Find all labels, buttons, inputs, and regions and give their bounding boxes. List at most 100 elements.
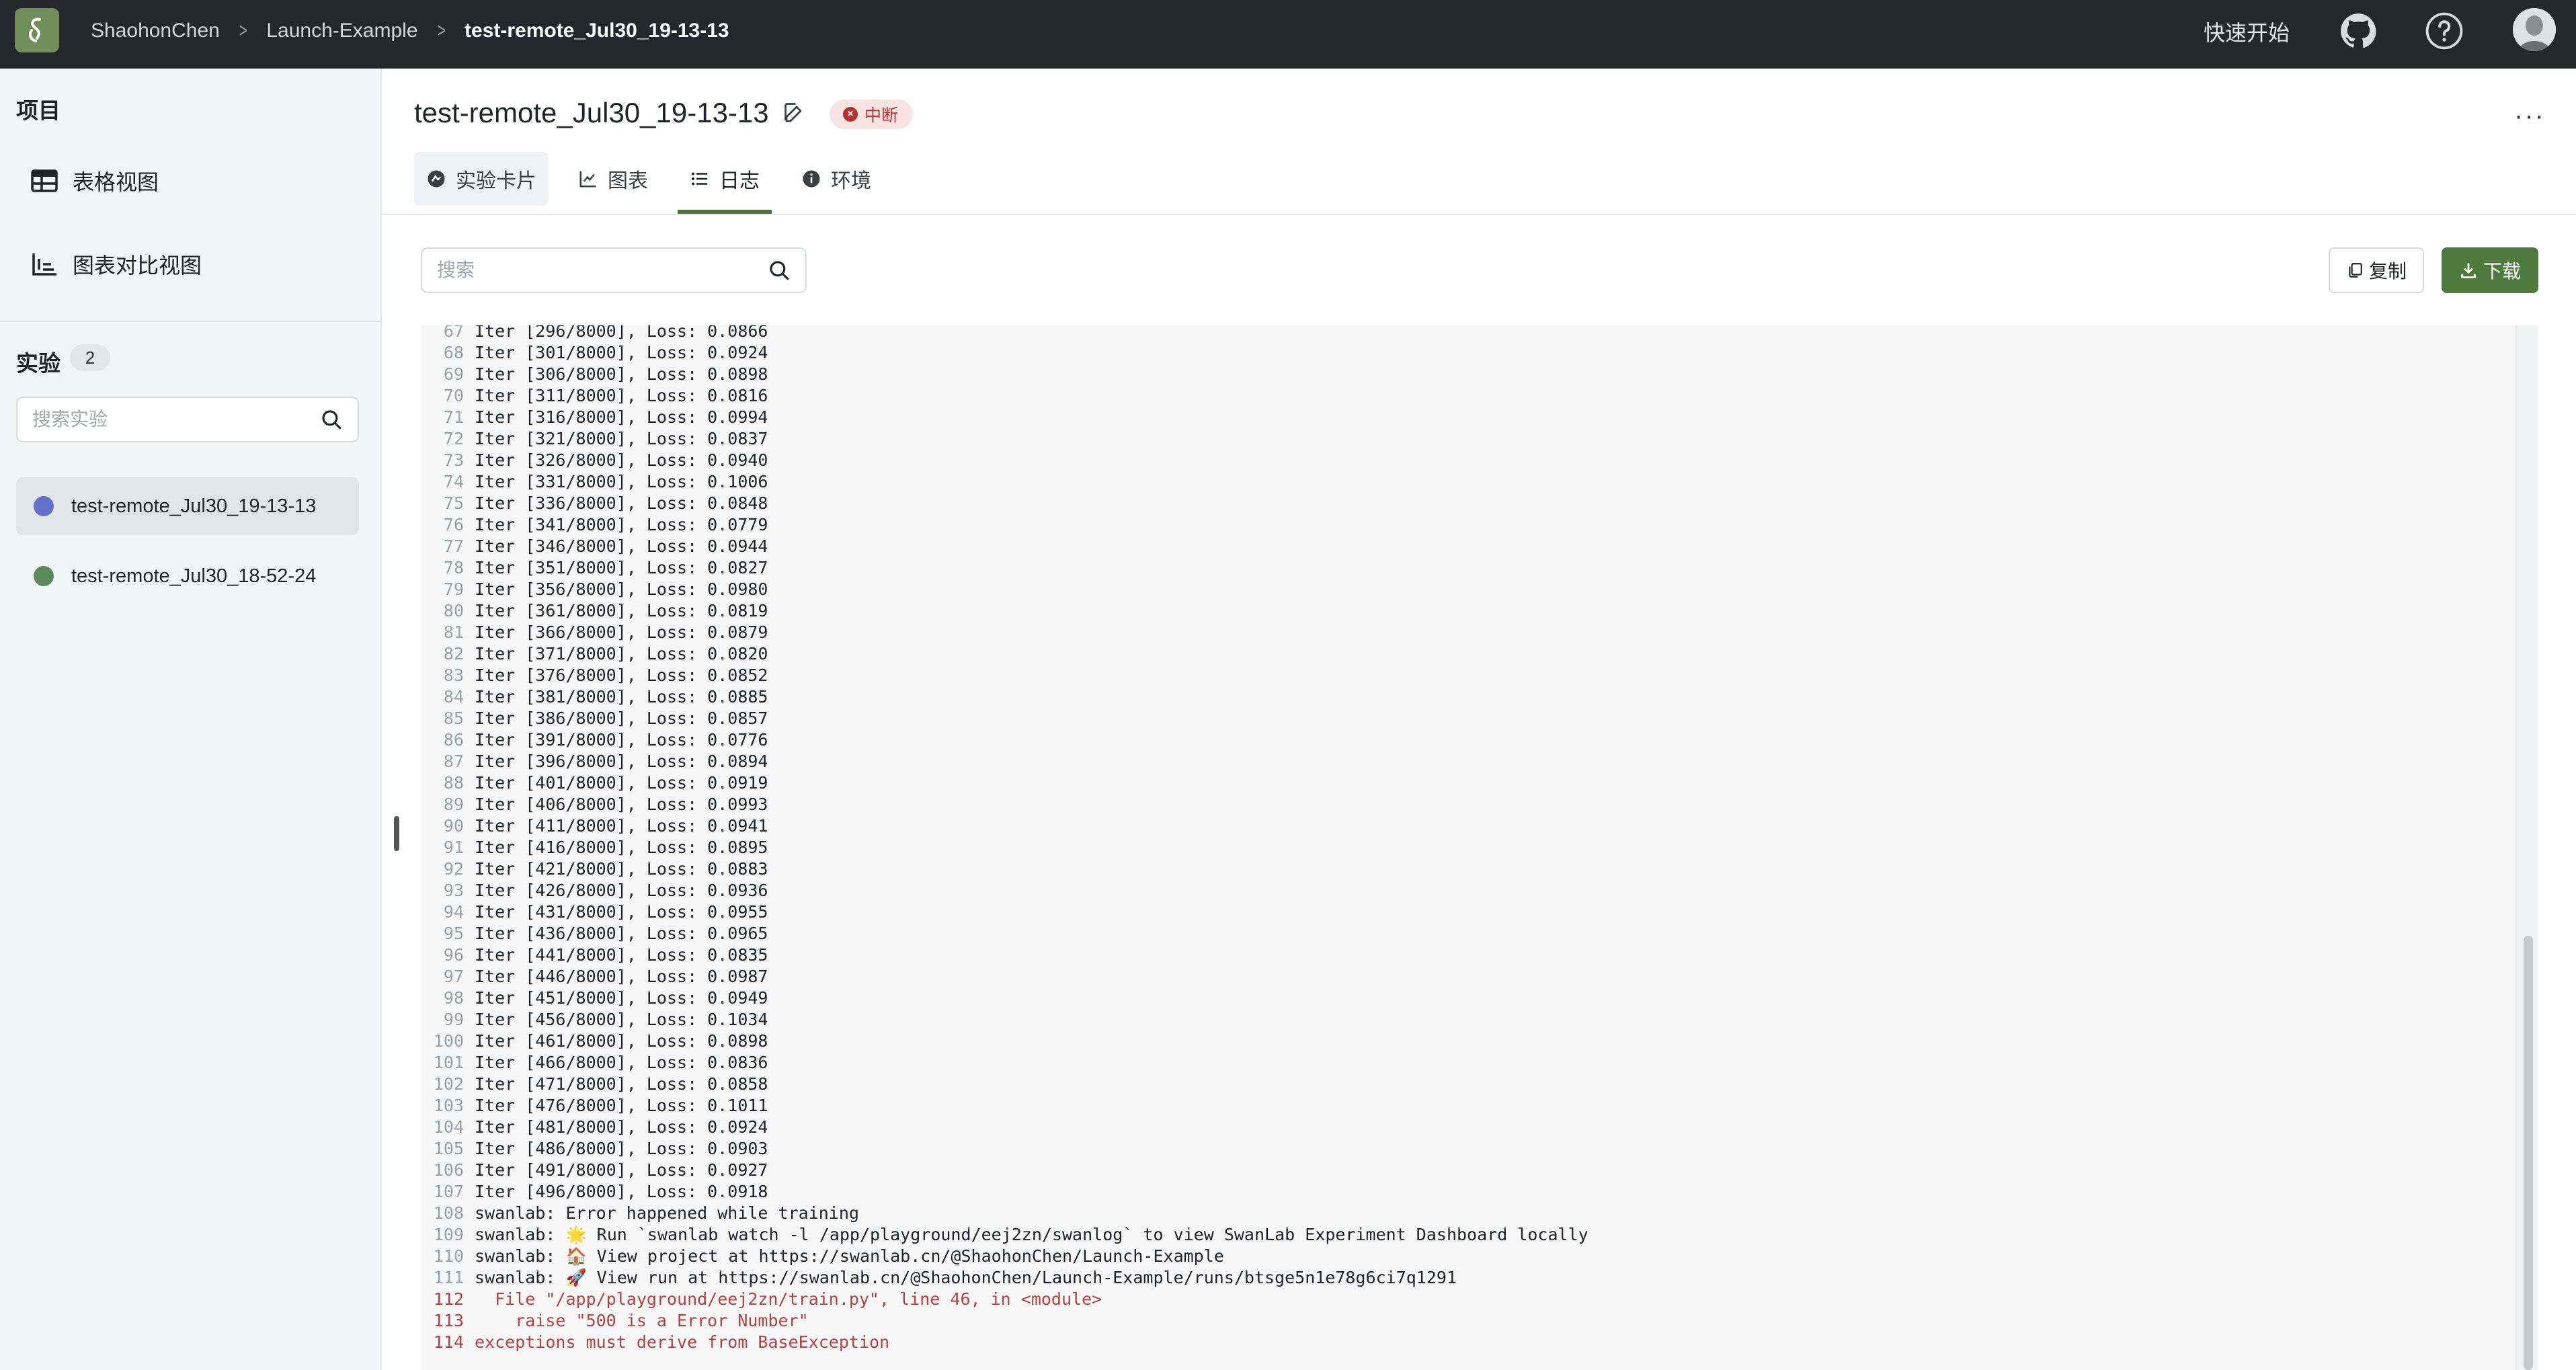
experiment-color-dot[interactable] <box>34 566 54 586</box>
project-heading: 项目 <box>16 98 61 123</box>
log-line-number: 88 <box>443 773 464 793</box>
log-line: 83 Iter [376/8000], Loss: 0.0852 <box>421 665 2505 686</box>
tab-charts[interactable]: 图表 <box>566 152 660 206</box>
log-line: 102 Iter [471/8000], Loss: 0.0858 <box>421 1074 2505 1095</box>
log-line-number: 73 <box>443 450 464 470</box>
log-line-text: Iter [341/8000], Loss: 0.0779 <box>475 515 768 534</box>
more-options-icon[interactable]: ··· <box>2514 101 2545 131</box>
log-line: 113 raise "500 is a Error Number" <box>421 1310 2505 1332</box>
tab-label: 环境 <box>831 170 871 192</box>
search-icon[interactable] <box>768 259 791 282</box>
log-line-number: 95 <box>443 924 464 943</box>
log-line-number: 91 <box>443 838 464 857</box>
log-line: 96 Iter [441/8000], Loss: 0.0835 <box>421 944 2505 966</box>
log-line-text: Iter [471/8000], Loss: 0.0858 <box>475 1074 768 1094</box>
github-icon[interactable] <box>2338 11 2378 51</box>
experiments-heading: 实验 <box>16 351 61 376</box>
log-line-text: exceptions must derive from BaseExceptio… <box>475 1332 890 1352</box>
experiment-name: test-remote_Jul30_19-13-13 <box>71 495 317 517</box>
sidebar-item-table-view[interactable]: 表格视图 <box>31 165 159 196</box>
swanlab-logo-icon[interactable] <box>15 8 59 52</box>
info-icon <box>803 170 820 188</box>
log-line-text: swanlab: 🏠 View project at https://swanl… <box>475 1246 1224 1266</box>
log-line-text: Iter [421/8000], Loss: 0.0883 <box>475 859 768 879</box>
log-line: 77 Iter [346/8000], Loss: 0.0944 <box>421 536 2505 557</box>
log-line-number: 89 <box>443 795 464 814</box>
log-line-number: 86 <box>443 730 464 750</box>
log-line: 92 Iter [421/8000], Loss: 0.0883 <box>421 858 2505 880</box>
breadcrumb-user[interactable]: ShaohonChen <box>91 19 220 42</box>
log-line-number: 83 <box>443 666 464 685</box>
quickstart-link[interactable]: 快速开始 <box>2204 16 2290 47</box>
log-line-text: Iter [431/8000], Loss: 0.0955 <box>475 902 768 922</box>
log-line-number: 84 <box>443 687 464 707</box>
log-viewer[interactable]: 67 Iter [296/8000], Loss: 0.0866 68 Iter [3… <box>421 325 2538 1370</box>
log-line-number: 110 <box>433 1246 464 1266</box>
help-icon[interactable] <box>2424 11 2464 51</box>
log-line-number: 87 <box>443 752 464 771</box>
log-line: 86 Iter [391/8000], Loss: 0.0776 <box>421 729 2505 751</box>
log-search-box <box>421 247 807 293</box>
log-line-text: Iter [346/8000], Loss: 0.0944 <box>475 536 768 556</box>
log-line: 100 Iter [461/8000], Loss: 0.0898 <box>421 1031 2505 1052</box>
log-line-text: Iter [416/8000], Loss: 0.0895 <box>475 838 768 857</box>
log-line-number: 100 <box>433 1031 464 1051</box>
log-line: 74 Iter [331/8000], Loss: 0.1006 <box>421 471 2505 493</box>
log-line-text: Iter [396/8000], Loss: 0.0894 <box>475 752 768 771</box>
search-icon[interactable] <box>320 408 343 431</box>
log-line-number: 112 <box>433 1289 464 1309</box>
log-line-number: 74 <box>443 472 464 491</box>
log-line-text: Iter [321/8000], Loss: 0.0837 <box>475 429 768 448</box>
log-line-number: 107 <box>433 1182 464 1201</box>
log-line-text: Iter [336/8000], Loss: 0.0848 <box>475 493 768 513</box>
log-line: 98 Iter [451/8000], Loss: 0.0949 <box>421 988 2505 1009</box>
breadcrumb-project[interactable]: Launch-Example <box>266 19 417 42</box>
log-lines: 67 Iter [296/8000], Loss: 0.0866 68 Iter [3… <box>421 325 2505 1353</box>
experiment-item-active[interactable]: test-remote_Jul30_19-13-13 <box>16 477 359 535</box>
sidebar-item-chart-compare-view[interactable]: 图表对比视图 <box>31 249 202 280</box>
experiment-item[interactable]: test-remote_Jul30_18-52-24 <box>16 547 359 605</box>
log-line-number: 92 <box>443 859 464 879</box>
experiment-color-dot[interactable] <box>34 496 54 516</box>
log-line-text: Iter [376/8000], Loss: 0.0852 <box>475 666 768 685</box>
tab-environment[interactable]: 环境 <box>789 152 883 206</box>
sidebar-resize-handle[interactable] <box>394 816 399 851</box>
log-line: 91 Iter [416/8000], Loss: 0.0895 <box>421 837 2505 858</box>
log-line: 112 File "/app/playground/eej2zn/train.p… <box>421 1289 2505 1310</box>
download-button[interactable]: 下载 <box>2442 247 2538 293</box>
log-line: 101 Iter [466/8000], Loss: 0.0836 <box>421 1052 2505 1074</box>
log-line-text: Iter [446/8000], Loss: 0.0987 <box>475 967 768 986</box>
list-icon <box>692 172 708 186</box>
log-line-number: 85 <box>443 709 464 728</box>
log-line-text: swanlab: 🌟 Run `swanlab watch -l /app/pl… <box>475 1225 1588 1244</box>
log-line-number: 78 <box>443 558 464 577</box>
log-line-number: 109 <box>433 1225 464 1244</box>
sidebar: 项目 表格视图 图表对比视图 实验 2 test-remote_Jul30_19… <box>0 69 382 1370</box>
log-line: 73 Iter [326/8000], Loss: 0.0940 <box>421 450 2505 471</box>
card-icon <box>428 170 445 188</box>
log-line-number: 104 <box>433 1117 464 1137</box>
avatar[interactable] <box>2513 8 2556 51</box>
experiment-search-box <box>16 397 359 442</box>
log-line-text: Iter [371/8000], Loss: 0.0820 <box>475 644 768 663</box>
log-line-text: Iter [411/8000], Loss: 0.0941 <box>475 816 768 836</box>
experiment-search-input[interactable] <box>32 409 320 430</box>
edit-icon[interactable] <box>782 101 807 128</box>
table-icon <box>31 169 58 192</box>
log-line: 88 Iter [401/8000], Loss: 0.0919 <box>421 772 2505 794</box>
sidebar-item-label: 表格视图 <box>73 170 159 194</box>
tab-experiment-card[interactable]: 实验卡片 <box>414 152 549 206</box>
log-scrollbar-thumb[interactable] <box>2524 936 2533 1370</box>
log-line: 76 Iter [341/8000], Loss: 0.0779 <box>421 514 2505 536</box>
log-line-number: 71 <box>443 407 464 427</box>
log-line-text: Iter [461/8000], Loss: 0.0898 <box>475 1031 768 1051</box>
log-line: 85 Iter [386/8000], Loss: 0.0857 <box>421 708 2505 729</box>
tab-logs[interactable]: 日志 <box>678 152 772 214</box>
log-line-number: 77 <box>443 536 464 556</box>
log-line-number: 76 <box>443 515 464 534</box>
log-search-input[interactable] <box>437 259 768 281</box>
copy-button[interactable]: 复制 <box>2329 247 2424 293</box>
log-line-text: Iter [356/8000], Loss: 0.0980 <box>475 579 768 599</box>
log-line: 108 swanlab: Error happened while trainin… <box>421 1203 2505 1224</box>
log-line: 105 Iter [486/8000], Loss: 0.0903 <box>421 1138 2505 1160</box>
